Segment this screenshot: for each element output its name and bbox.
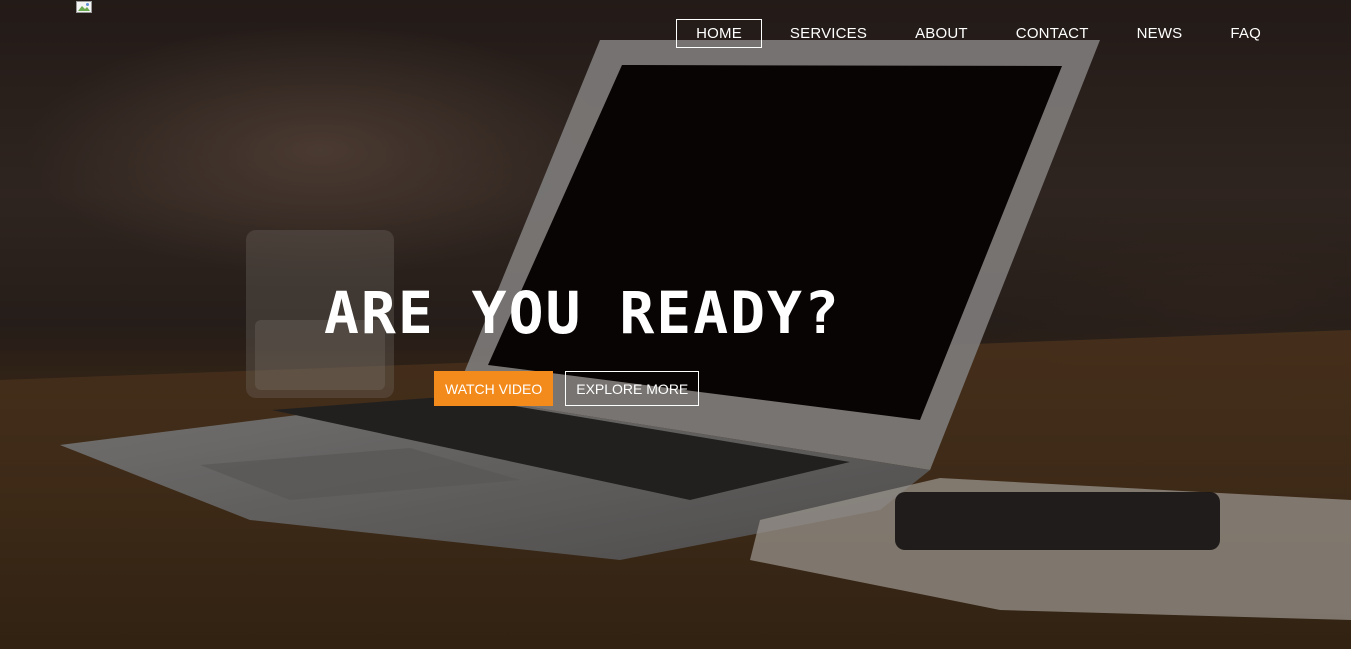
explore-more-button[interactable]: EXPLORE MORE — [565, 371, 700, 406]
nav-services[interactable]: SERVICES — [770, 19, 887, 48]
hero-section: HOME SERVICES ABOUT CONTACT NEWS FAQ ARE… — [0, 0, 1351, 649]
main-nav: HOME SERVICES ABOUT CONTACT NEWS FAQ — [668, 19, 1281, 48]
nav-about[interactable]: ABOUT — [895, 19, 988, 48]
broken-image-icon[interactable] — [76, 0, 92, 13]
nav-news[interactable]: NEWS — [1117, 19, 1203, 48]
nav-home[interactable]: HOME — [676, 19, 762, 48]
nav-contact[interactable]: CONTACT — [996, 19, 1109, 48]
watch-video-button[interactable]: WATCH VIDEO — [434, 371, 554, 406]
nav-faq[interactable]: FAQ — [1210, 19, 1281, 48]
hero-headline: ARE YOU READY? — [324, 279, 841, 347]
hero-cta-group: WATCH VIDEO EXPLORE MORE — [434, 371, 700, 406]
